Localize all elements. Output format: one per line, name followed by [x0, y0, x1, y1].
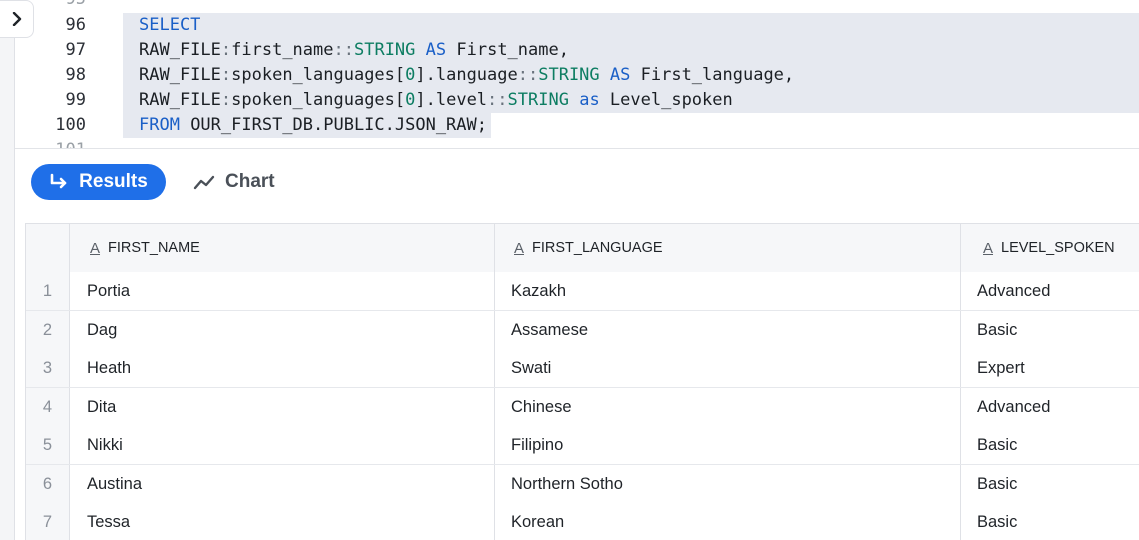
table-row[interactable]: 2 Dag Assamese Basic — [26, 311, 1139, 350]
cell-level-spoken[interactable]: Basic — [960, 465, 1139, 503]
cell-first-language[interactable]: Swati — [494, 349, 960, 387]
cell-level-spoken[interactable]: Basic — [960, 503, 1139, 540]
text-type-icon: A — [514, 239, 525, 257]
cell-level-spoken[interactable]: Expert — [960, 349, 1139, 387]
cell-first-language[interactable]: Assamese — [494, 311, 960, 349]
code-text[interactable]: RAW_FILE:spoken_languages[0].level::STRI… — [123, 88, 1139, 113]
tab-chart[interactable]: Chart — [193, 164, 275, 200]
editor-line[interactable]: 96 SELECT — [15, 13, 1139, 38]
tab-results-label: Results — [79, 171, 148, 192]
row-number: 7 — [26, 503, 69, 540]
line-number: 99 — [65, 90, 86, 110]
column-header-level-spoken[interactable]: A LEVEL_SPOKEN — [960, 224, 1139, 272]
result-tabs: Results Chart — [15, 148, 1139, 213]
cell-first-name[interactable]: Dita — [69, 388, 494, 426]
cell-first-language[interactable]: Northern Sotho — [494, 465, 960, 503]
code-text[interactable]: SELECT — [123, 13, 1139, 38]
code-text[interactable]: RAW_FILE:spoken_languages[0].language::S… — [123, 63, 1139, 88]
table-row[interactable]: 7 Tessa Korean Basic — [26, 503, 1139, 540]
cell-first-language[interactable]: Korean — [494, 503, 960, 540]
table-row[interactable]: 6 Austina Northern Sotho Basic — [26, 465, 1139, 504]
cell-first-name[interactable]: Austina — [69, 465, 494, 503]
text-type-icon: A — [983, 239, 994, 257]
code-text[interactable]: FROM OUR_FIRST_DB.PUBLIC.JSON_RAW; — [123, 113, 491, 138]
row-number: 6 — [26, 465, 69, 503]
column-header-label: FIRST_LANGUAGE — [532, 240, 663, 256]
return-arrow-icon — [50, 173, 67, 189]
left-rail — [0, 0, 15, 540]
editor-line: 95 — [15, 0, 1139, 12]
results-grid[interactable]: A FIRST_NAME A FIRST_LANGUAGE A LEVEL_SP… — [25, 223, 1139, 540]
cell-first-name[interactable]: Dag — [69, 311, 494, 349]
editor-line[interactable]: 99 RAW_FILE:spoken_languages[0].level::S… — [15, 88, 1139, 113]
cell-first-language[interactable]: Chinese — [494, 388, 960, 426]
row-number: 5 — [26, 426, 69, 464]
grid-header-row: A FIRST_NAME A FIRST_LANGUAGE A LEVEL_SP… — [26, 224, 1139, 273]
tab-results[interactable]: Results — [31, 164, 166, 200]
cell-level-spoken[interactable]: Advanced — [960, 272, 1139, 310]
editor-line[interactable]: 98 RAW_FILE:spoken_languages[0].language… — [15, 63, 1139, 88]
row-number: 1 — [26, 272, 69, 310]
editor-line[interactable]: 100 FROM OUR_FIRST_DB.PUBLIC.JSON_RAW; — [15, 113, 1139, 138]
line-chart-icon — [193, 175, 215, 190]
editor-line[interactable]: 97 RAW_FILE:first_name::STRING AS First_… — [15, 38, 1139, 63]
line-number: 100 — [55, 115, 86, 135]
row-number: 4 — [26, 388, 69, 426]
cell-first-name[interactable]: Heath — [69, 349, 494, 387]
cell-first-language[interactable]: Kazakh — [494, 272, 960, 310]
row-number: 2 — [26, 311, 69, 349]
line-number: 97 — [65, 40, 86, 60]
cell-first-name[interactable]: Tessa — [69, 503, 494, 540]
cell-first-name[interactable]: Portia — [69, 272, 494, 310]
editor-line: 101 — [15, 138, 1139, 148]
table-row[interactable]: 5 Nikki Filipino Basic — [26, 426, 1139, 465]
cell-level-spoken[interactable]: Advanced — [960, 388, 1139, 426]
line-number: 101 — [15, 138, 86, 148]
tab-chart-label: Chart — [225, 171, 275, 192]
expand-panel-button[interactable] — [0, 0, 34, 38]
code-text[interactable]: RAW_FILE:first_name::STRING AS First_nam… — [123, 38, 1139, 63]
table-row[interactable]: 4 Dita Chinese Advanced — [26, 388, 1139, 427]
chevron-right-icon — [12, 12, 21, 26]
table-row[interactable]: 1 Portia Kazakh Advanced — [26, 272, 1139, 311]
column-header-first-language[interactable]: A FIRST_LANGUAGE — [494, 224, 960, 272]
cell-level-spoken[interactable]: Basic — [960, 311, 1139, 349]
table-row[interactable]: 3 Heath Swati Expert — [26, 349, 1139, 388]
text-type-icon: A — [90, 239, 101, 257]
sql-editor[interactable]: 95 96 SELECT 97 RAW_FILE:first_name::STR… — [15, 0, 1139, 148]
column-header-label: FIRST_NAME — [108, 240, 200, 256]
cell-first-language[interactable]: Filipino — [494, 426, 960, 464]
row-number: 3 — [26, 349, 69, 387]
row-number-header — [26, 224, 69, 272]
cell-first-name[interactable]: Nikki — [69, 426, 494, 464]
column-header-first-name[interactable]: A FIRST_NAME — [69, 224, 494, 272]
column-header-label: LEVEL_SPOKEN — [1001, 240, 1115, 256]
line-number: 98 — [65, 65, 86, 85]
cell-level-spoken[interactable]: Basic — [960, 426, 1139, 464]
